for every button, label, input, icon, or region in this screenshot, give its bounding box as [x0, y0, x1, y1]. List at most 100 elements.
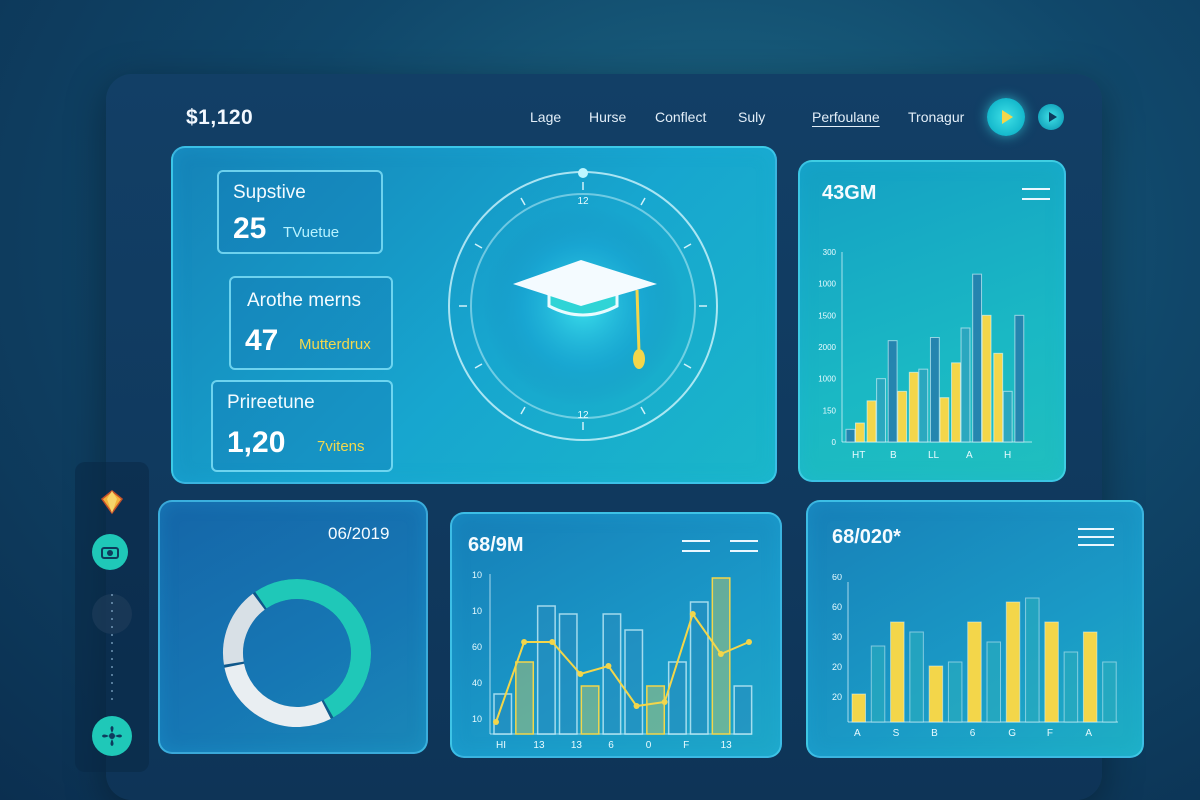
stat-card[interactable]: Arothe merns 47 Mutterdrux	[229, 276, 393, 370]
menu-icon[interactable]	[1078, 528, 1114, 546]
donut-panel: 06/2019	[158, 500, 428, 754]
timeline-icon[interactable]	[92, 594, 132, 704]
dial-label-top: 12	[577, 196, 589, 207]
y-tick-label: 1000	[818, 280, 836, 289]
donut-slice	[223, 593, 266, 665]
bar	[1102, 661, 1117, 723]
x-tick-label: 13	[571, 740, 583, 751]
stat-label: Prireetune	[227, 392, 315, 413]
line-point	[689, 611, 696, 617]
y-tick-label: 1500	[818, 311, 836, 320]
menu-icon[interactable]	[730, 540, 758, 552]
x-tick-label: A	[1085, 728, 1092, 739]
gem-icon[interactable]	[92, 482, 132, 522]
bar	[1002, 390, 1013, 443]
bar	[646, 685, 666, 735]
x-tick-label: A	[854, 728, 861, 739]
nav-item-suly[interactable]: Suly	[738, 109, 765, 125]
stat-label: Supstive	[233, 182, 306, 203]
bar	[939, 397, 950, 443]
line-point	[746, 639, 752, 645]
chart-title: 68/020*	[832, 526, 901, 548]
bar	[918, 368, 929, 443]
y-tick-label: 60	[832, 574, 842, 582]
top-bar: $1,120 Lage Hurse Conflect Suly Perfoula…	[106, 74, 1102, 154]
bar	[897, 390, 908, 443]
nav-item-tronagur[interactable]: Tronagur	[908, 109, 964, 125]
y-tick-label: 40	[472, 678, 482, 688]
x-tick-label: F	[683, 740, 689, 751]
x-tick-label: 6	[970, 728, 976, 739]
nav-item-conflect[interactable]: Conflect	[655, 109, 706, 125]
bar	[909, 631, 924, 723]
bar	[1025, 597, 1040, 723]
line-point	[549, 639, 556, 645]
nav-item-perfoulane[interactable]: Perfoulane	[812, 109, 880, 125]
chart-title: 68/9M	[468, 534, 524, 556]
bar	[580, 685, 600, 735]
menu-icon[interactable]	[682, 540, 710, 552]
y-tick-label: 20	[832, 692, 842, 702]
y-tick-label: 150	[823, 406, 837, 415]
bar-chart-panel-2: 68/020* 20 20 30 60 60 A S B 6 G F A	[806, 500, 1144, 758]
bar	[1014, 314, 1025, 443]
dashboard-window: $1,120 Lage Hurse Conflect Suly Perfoula…	[106, 74, 1144, 800]
play-button[interactable]	[987, 98, 1025, 136]
stat-card[interactable]: Prireetune 1,20 7vitens	[211, 380, 393, 472]
line-point	[717, 651, 724, 657]
bar	[733, 685, 753, 735]
menu-icon[interactable]	[1022, 188, 1050, 200]
stat-card[interactable]: Supstive 25 TVuetue	[217, 170, 383, 254]
x-tick-label: HT	[852, 450, 865, 461]
bar	[951, 362, 961, 443]
x-tick-label: A	[966, 450, 973, 461]
bar	[972, 273, 983, 443]
bar	[967, 621, 982, 723]
brand-value: $1,120	[186, 106, 254, 129]
x-tick-label: 13	[533, 740, 545, 751]
donut-chart	[223, 579, 371, 727]
y-tick-label: 60	[832, 602, 842, 612]
x-tick-label: S	[893, 728, 900, 739]
bar	[851, 693, 866, 723]
bar	[558, 613, 578, 735]
bar-chart-3: 20 20 30 60 60 A S B 6 G F A	[832, 574, 1118, 739]
stat-unit: 7vitens	[317, 438, 365, 455]
x-tick-label: F	[1047, 728, 1053, 739]
y-tick-label: 10	[472, 570, 482, 580]
x-tick-label: B	[890, 450, 897, 461]
y-tick-label: 0	[832, 438, 837, 447]
donut-date: 06/2019	[328, 524, 390, 543]
x-tick-label: B	[931, 728, 938, 739]
play-small-button[interactable]	[1038, 104, 1064, 130]
nav-item-hurse[interactable]: Hurse	[589, 109, 626, 125]
dial-label-bottom: 12	[577, 410, 589, 421]
line-point	[493, 719, 499, 725]
bar	[876, 378, 886, 443]
camera-icon[interactable]	[92, 534, 128, 570]
bar	[929, 337, 940, 443]
bar	[536, 605, 556, 735]
bar	[993, 352, 1004, 443]
stat-label: Arothe merns	[247, 290, 362, 311]
stat-value: 47	[245, 324, 279, 357]
bar	[887, 340, 898, 443]
fan-icon[interactable]	[92, 716, 132, 756]
bar	[981, 314, 992, 443]
bar	[1005, 601, 1021, 723]
bar	[1082, 631, 1098, 723]
y-tick-label: 60	[472, 642, 482, 652]
bar-chart-1: 0 150 1000 2000 1500 1000 300 HT B LL A H	[818, 248, 1032, 461]
bar	[986, 641, 1001, 723]
bar	[845, 428, 856, 443]
bar-chart-panel: 43GM 0 150 1000 2000 1500 1000 300 HT B LL A H	[798, 160, 1066, 482]
line-point	[577, 671, 584, 677]
y-tick-label: 2000	[818, 343, 836, 352]
y-tick-label: 1000	[818, 375, 836, 384]
x-tick-label: 6	[608, 740, 614, 751]
x-tick-label: 0	[646, 740, 652, 751]
line-point	[605, 663, 612, 669]
play-icon	[1002, 110, 1013, 124]
nav-item-lage[interactable]: Lage	[530, 109, 561, 125]
x-tick-label: HI	[496, 740, 506, 751]
